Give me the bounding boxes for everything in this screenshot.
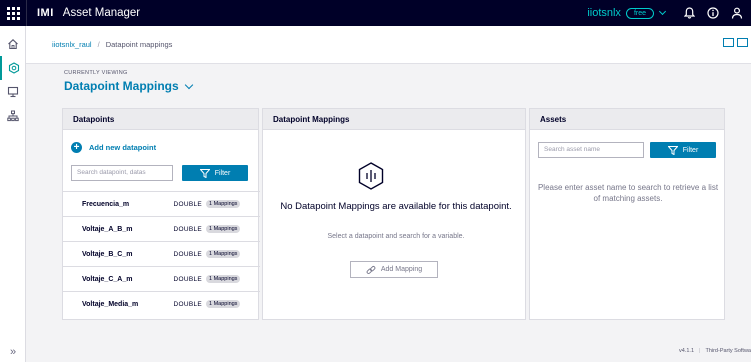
asset-filter-button[interactable]: Filter [650, 142, 716, 158]
breadcrumb-current: Datapoint mappings [105, 40, 173, 49]
rail-item-hierarchy[interactable] [0, 104, 26, 128]
bell-icon [683, 7, 695, 19]
filter-icon [667, 145, 678, 155]
assets-panel: Assets Search asset name Filter Please e… [529, 108, 725, 320]
currently-viewing-label: CURRENTLY VIEWING [64, 70, 128, 76]
add-datapoint-button[interactable]: + Add new datapoint [71, 142, 156, 153]
datapoint-list: Frecuencia_m DOUBLE 1 Mappings Voltaje_A… [63, 191, 260, 316]
add-mapping-label: Add Mapping [380, 266, 423, 273]
list-item[interactable]: Voltaje_B_C_m DOUBLE 1 Mappings [63, 241, 260, 266]
breadcrumb-separator: / [97, 40, 100, 49]
hierarchy-icon [7, 110, 19, 122]
monitor-icon [7, 86, 19, 98]
brand-logo: IMI [37, 7, 54, 19]
datapoint-name: Frecuencia_m [82, 200, 130, 208]
datapoint-name: Voltaje_Media_m [82, 300, 139, 308]
mapping-count-badge: 1 Mappings [206, 250, 241, 258]
assets-hint-text: Please enter asset name to search to ret… [537, 183, 719, 203]
view-selector[interactable]: Datapoint Mappings [64, 79, 193, 93]
notifications-button[interactable] [679, 0, 699, 26]
datapoint-name: Voltaje_B_C_m [82, 250, 133, 258]
user-icon [731, 7, 743, 19]
rail-item-assets[interactable] [0, 56, 26, 80]
mappings-panel: Datapoint Mappings No Datapoint Mappings… [262, 108, 526, 320]
asset-search-input[interactable]: Search asset name [538, 142, 644, 158]
version-label: v4.1.1 [679, 348, 695, 354]
topbar-divider [26, 0, 27, 26]
mapping-count-badge: 1 Mappings [206, 300, 241, 308]
breadcrumb: iiotsnlx_raul / Datapoint mappings [26, 26, 751, 64]
datapoint-type: DOUBLE [173, 250, 202, 258]
link-icon [366, 265, 376, 274]
home-icon [8, 39, 18, 50]
info-icon [707, 7, 719, 19]
footer: v4.1.1 | Third-Party Softwa [679, 348, 751, 354]
layout-toggles [723, 38, 751, 47]
mapping-count-badge: 1 Mappings [206, 225, 241, 233]
add-datapoint-label: Add new datapoint [89, 143, 157, 152]
mapping-count-badge: 1 Mappings [206, 200, 241, 208]
empty-state-title: No Datapoint Mappings are available for … [280, 201, 512, 212]
datapoint-name: Voltaje_C_A_m [82, 275, 133, 283]
datapoints-panel: Datapoints + Add new datapoint Search da… [62, 108, 260, 320]
top-bar: IMI Asset Manager iiotsnlx free [0, 0, 751, 26]
expand-rail-button[interactable]: » [0, 346, 26, 358]
app-title: Asset Manager [62, 7, 141, 19]
datapoint-type: DOUBLE [173, 275, 202, 283]
plan-badge: free [625, 7, 654, 19]
list-item[interactable]: Voltaje_Media_m DOUBLE 1 Mappings [63, 291, 260, 316]
datapoint-type: DOUBLE [173, 300, 202, 308]
datapoint-search-input[interactable]: Search datapoint, datas [71, 165, 173, 181]
datapoints-panel-title: Datapoints [63, 109, 258, 130]
filter-icon [199, 168, 210, 178]
app-launcher-button[interactable] [0, 0, 26, 26]
rail-item-mappings[interactable] [0, 80, 26, 104]
empty-state-subtitle: Select a datapoint and search for a vari… [327, 233, 465, 240]
mapping-count-badge: 1 Mappings [206, 275, 241, 283]
apps-grid-icon [6, 6, 20, 20]
datapoint-type: DOUBLE [173, 225, 202, 233]
datapoint-name: Voltaje_A_B_m [82, 225, 133, 233]
filter-label: Filter [214, 169, 231, 177]
mappings-panel-title: Datapoint Mappings [263, 109, 525, 130]
page-title: Datapoint Mappings [64, 79, 179, 93]
add-mapping-button[interactable]: Add Mapping [350, 261, 438, 278]
filter-label: Filter [682, 146, 699, 154]
list-item[interactable]: Frecuencia_m DOUBLE 1 Mappings [63, 191, 260, 216]
footer-divider: | [699, 348, 701, 354]
rail-item-home[interactable] [0, 32, 26, 56]
chevron-down-icon [184, 80, 193, 89]
chevron-down-icon[interactable] [658, 7, 667, 16]
layout-split-icon[interactable] [737, 38, 748, 47]
topbar-actions: iiotsnlx free [587, 0, 751, 26]
tenant-switcher[interactable]: iiotsnlx [587, 7, 621, 19]
list-item[interactable]: Voltaje_A_B_m DOUBLE 1 Mappings [63, 216, 260, 241]
hexagon-icon [8, 62, 20, 74]
breadcrumb-root-link[interactable]: iiotsnlx_raul [52, 40, 92, 49]
datapoint-hexagon-icon [358, 162, 384, 190]
side-rail: » [0, 26, 26, 362]
assets-panel-title: Assets [530, 109, 724, 130]
list-item[interactable]: Voltaje_C_A_m DOUBLE 1 Mappings [63, 266, 260, 291]
plus-circle-icon: + [71, 142, 82, 153]
datapoint-filter-button[interactable]: Filter [182, 165, 248, 181]
info-button[interactable] [703, 0, 723, 26]
third-party-link[interactable]: Third-Party Softwa [705, 348, 751, 354]
layout-left-panel-icon[interactable] [723, 38, 734, 47]
user-menu-button[interactable] [727, 0, 747, 26]
datapoint-type: DOUBLE [173, 200, 202, 208]
